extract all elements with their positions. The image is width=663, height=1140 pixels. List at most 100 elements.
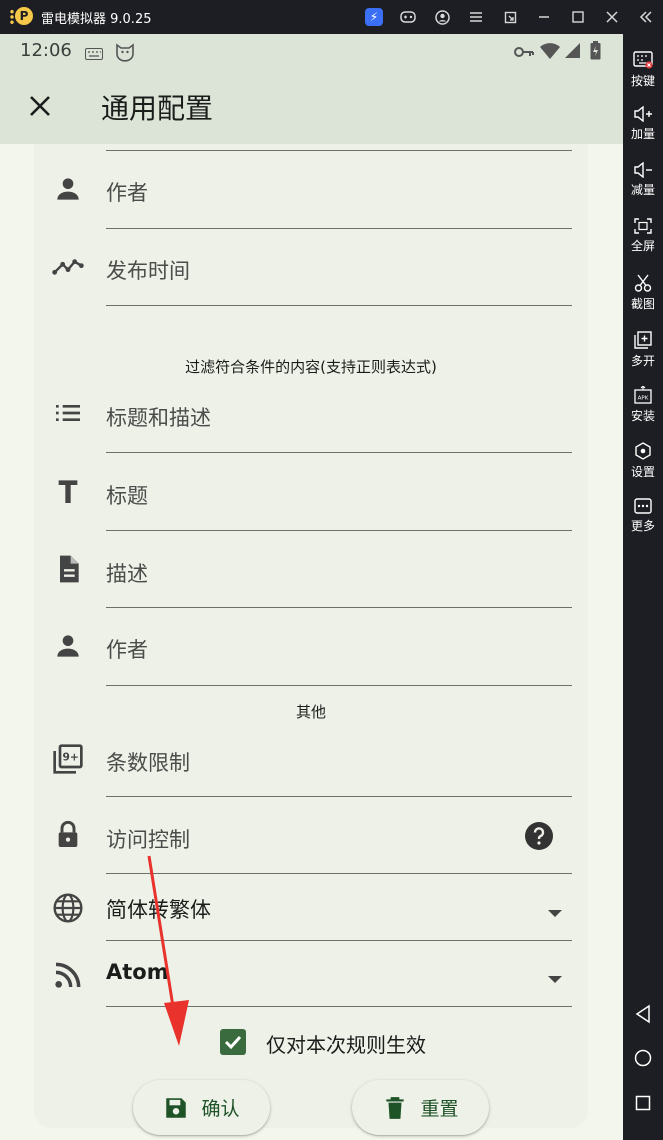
apk-install-label: 安装 <box>630 409 655 423</box>
access-control-placeholder: 访问控制 <box>106 828 190 852</box>
status-time: 12:06 <box>20 40 72 61</box>
apply-once-checkbox[interactable] <box>220 1029 246 1055</box>
wifi-icon <box>539 42 561 64</box>
multi-instance-button[interactable]: 多开 <box>623 331 663 369</box>
keymap-button[interactable]: 按键 <box>623 51 663 89</box>
more-button[interactable]: 更多 <box>623 498 663 534</box>
app-bar: 通用配置 <box>0 70 623 144</box>
screenshot-button[interactable]: 截图 <box>623 274 663 312</box>
chinese-convert-value: 简体转繁体 <box>106 898 211 922</box>
android-screen: 12:06 通用配置 作者 发布时间 过滤符合条件的内容(支持正则表达式) 标题… <box>0 34 623 1140</box>
title-placeholder: 标题 <box>106 484 148 508</box>
volume-down-icon <box>634 162 652 178</box>
apply-once-label: 仅对本次规则生效 <box>266 1033 426 1057</box>
person-icon <box>52 173 84 205</box>
maximize-icon[interactable] <box>561 0 595 34</box>
text-icon <box>52 475 84 507</box>
emulator-title: 雷电模拟器 9.0.25 <box>41 11 152 27</box>
status-bar: 12:06 <box>0 34 623 70</box>
keyboard-icon <box>633 51 653 69</box>
more-icon <box>634 498 652 514</box>
lock-icon <box>52 819 84 851</box>
volume-up-label: 加量 <box>630 127 655 141</box>
author-filter-field[interactable]: 作者 <box>34 608 588 686</box>
save-icon <box>166 1097 187 1118</box>
author-placeholder: 作者 <box>106 181 148 205</box>
volume-up-icon <box>634 106 652 122</box>
apk-install-icon: APK <box>634 386 652 404</box>
field-underline <box>106 685 572 686</box>
field-underline <box>106 1006 572 1007</box>
vpn-key-icon <box>514 44 534 63</box>
delete-icon <box>386 1096 405 1119</box>
author-field[interactable]: 作者 <box>34 151 588 229</box>
filter-section-title: 过滤符合条件的内容(支持正则表达式) <box>185 358 437 376</box>
description-placeholder: 描述 <box>106 562 148 586</box>
fullscreen-button[interactable]: 全屏 <box>623 218 663 254</box>
description-filter-field[interactable]: 描述 <box>34 531 588 609</box>
rss-icon <box>52 959 84 991</box>
page-title: 通用配置 <box>101 92 214 125</box>
screenshot-label: 截图 <box>630 297 655 311</box>
keyboard-status-icon <box>85 45 103 64</box>
apk-install-button[interactable]: APK 安装 <box>623 386 663 424</box>
volume-down-label: 减量 <box>630 183 655 197</box>
settings-button[interactable]: 设置 <box>623 442 663 480</box>
volume-down-button[interactable]: 减量 <box>623 162 663 198</box>
multi-instance-icon <box>634 331 652 349</box>
count-limit-field[interactable]: 9+ 条数限制 <box>34 721 588 799</box>
settings-icon <box>635 442 651 460</box>
dropdown-arrow-icon <box>548 903 562 922</box>
confirm-button[interactable]: 确认 <box>133 1080 270 1135</box>
help-icon[interactable] <box>524 821 554 851</box>
publish-time-field[interactable]: 发布时间 <box>34 229 588 307</box>
reset-button[interactable]: 重置 <box>352 1080 489 1135</box>
scissors-icon <box>634 274 652 292</box>
title-filter-field[interactable]: 标题 <box>34 453 588 531</box>
cat-status-icon <box>114 40 136 66</box>
trending-icon <box>52 251 84 283</box>
publish-time-placeholder: 发布时间 <box>106 259 190 283</box>
volume-up-button[interactable]: 加量 <box>623 106 663 142</box>
access-control-field[interactable]: 访问控制 <box>34 797 588 875</box>
title-desc-filter-field[interactable]: 标题和描述 <box>34 375 588 453</box>
emulator-titlebar: P 雷电模拟器 9.0.25 ⚡ <box>0 0 663 34</box>
emulator-sidebar: 按键 加量 减量 全屏 截图 多开 APK 安装 设置 更多 <box>623 34 663 1140</box>
feed-format-select[interactable]: Atom <box>34 941 588 1007</box>
svg-text:9+: 9+ <box>62 750 78 763</box>
confirm-label: 确认 <box>201 1098 240 1120</box>
count-limit-icon: 9+ <box>52 743 84 775</box>
svg-text:APK: APK <box>638 396 649 402</box>
minimize-icon[interactable] <box>527 0 561 34</box>
battery-icon <box>590 41 601 64</box>
document-icon <box>52 553 84 585</box>
list-icon <box>52 397 84 429</box>
title-desc-placeholder: 标题和描述 <box>106 406 211 430</box>
author-filter-placeholder: 作者 <box>106 638 148 662</box>
recents-icon[interactable] <box>623 1095 663 1111</box>
gamepad-icon[interactable] <box>391 0 425 34</box>
home-icon[interactable] <box>623 1049 663 1067</box>
reset-label: 重置 <box>420 1098 459 1120</box>
fullscreen-icon <box>634 218 652 234</box>
menu-icon[interactable] <box>459 0 493 34</box>
keymap-label: 按键 <box>630 74 655 88</box>
fullscreen-label: 全屏 <box>630 239 655 253</box>
signal-icon <box>564 42 581 63</box>
restore-window-icon[interactable] <box>493 0 527 34</box>
boost-icon[interactable]: ⚡ <box>357 0 391 34</box>
settings-label: 设置 <box>630 465 655 479</box>
back-icon[interactable] <box>623 1004 663 1024</box>
dropdown-arrow-icon <box>548 969 562 988</box>
account-icon[interactable] <box>425 0 459 34</box>
close-window-icon[interactable] <box>595 0 629 34</box>
other-section-title: 其他 <box>295 703 326 721</box>
collapse-sidebar-icon[interactable] <box>629 0 663 34</box>
chinese-convert-select[interactable]: 简体转繁体 <box>34 874 588 940</box>
person-icon <box>52 630 84 662</box>
more-label: 更多 <box>630 519 655 533</box>
config-form: 作者 发布时间 过滤符合条件的内容(支持正则表达式) 标题和描述 标题 描述 作… <box>34 144 588 1135</box>
emulator-logo: P <box>9 6 33 28</box>
close-icon[interactable] <box>24 90 56 122</box>
multi-instance-label: 多开 <box>630 354 655 368</box>
